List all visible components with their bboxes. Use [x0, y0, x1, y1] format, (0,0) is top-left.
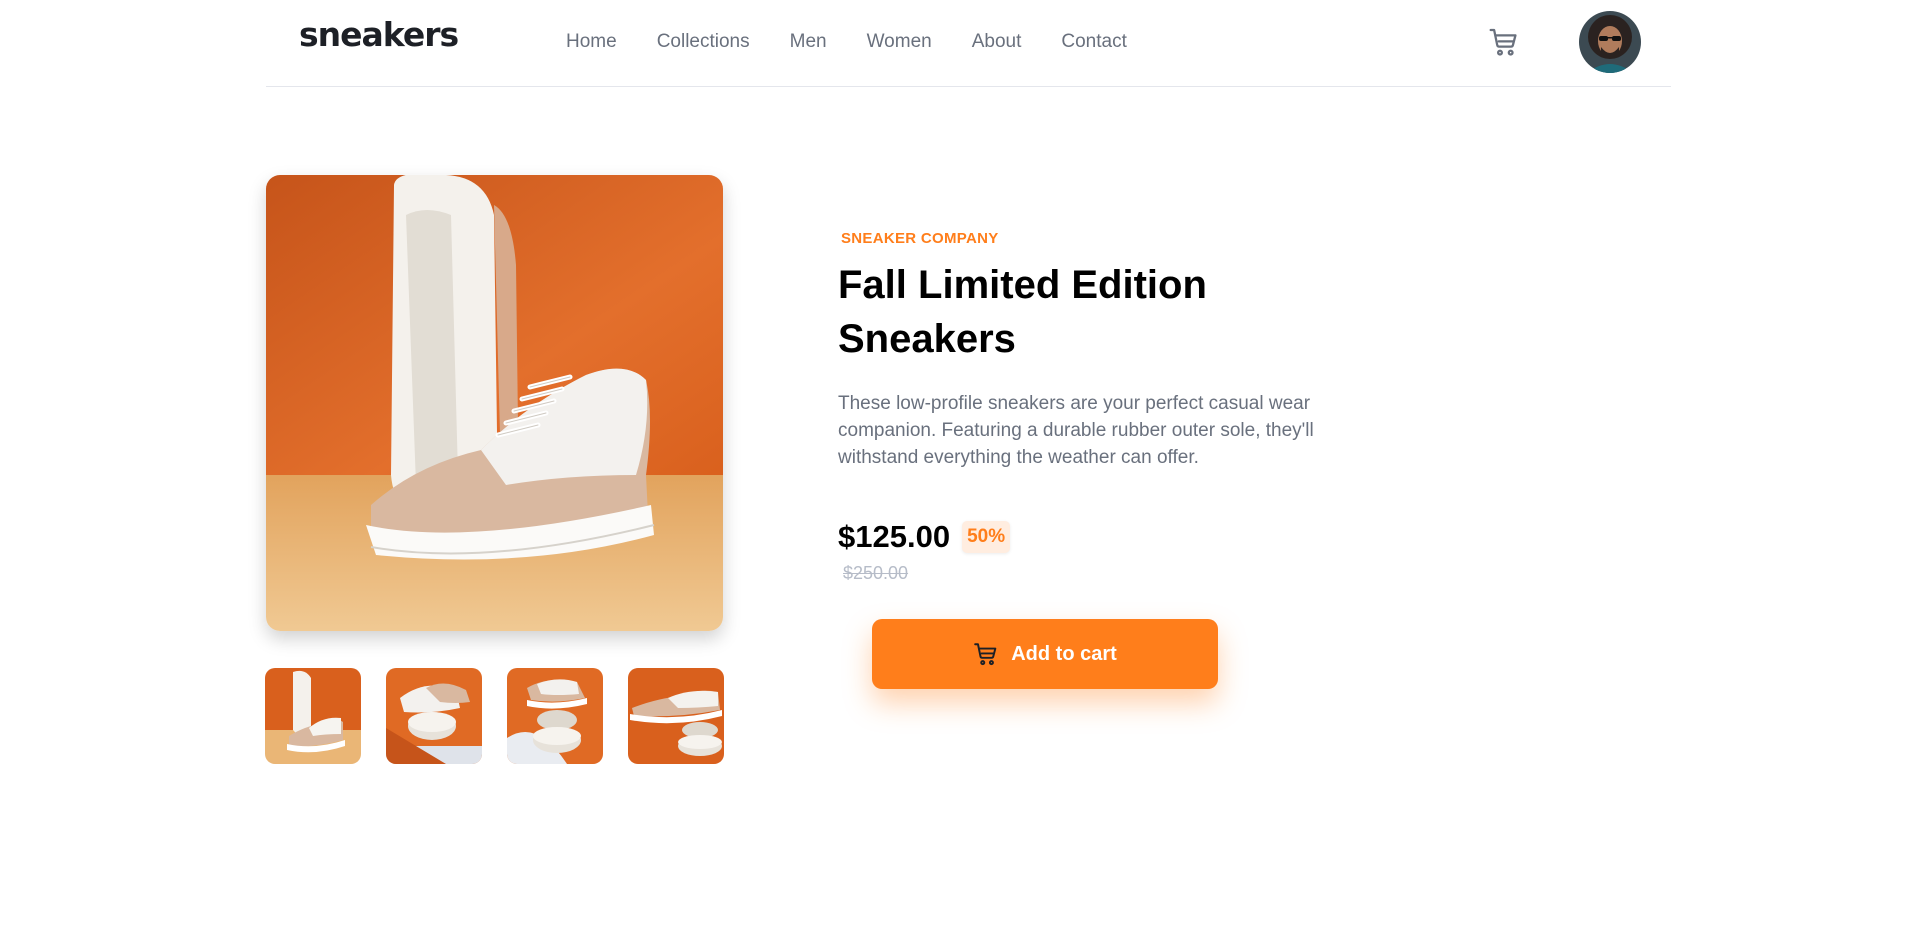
add-to-cart-button[interactable]: Add to cart	[872, 619, 1218, 689]
thumbnail-list	[265, 668, 724, 764]
cart-icon	[1489, 28, 1517, 56]
site-header: sneakers Home Collections Men Women Abou…	[266, 0, 1671, 87]
user-avatar[interactable]	[1579, 11, 1641, 73]
nav-link-home[interactable]: Home	[566, 30, 617, 54]
thumbnail-1[interactable]	[265, 668, 361, 764]
current-price: $125.00	[838, 519, 951, 554]
price-row: $125.00 50%	[838, 519, 1011, 555]
thumbnail-2[interactable]	[386, 668, 482, 764]
cart-button[interactable]	[1488, 26, 1520, 58]
product-4-thumbnail	[628, 668, 724, 764]
sneaker-photo	[266, 175, 723, 631]
original-price: $250.00	[843, 563, 909, 583]
nav-link-men[interactable]: Men	[790, 30, 827, 54]
thumbnail-4[interactable]	[628, 668, 724, 764]
thumbnail-3[interactable]	[507, 668, 603, 764]
discount-badge: 50%	[962, 521, 1011, 553]
cart-icon	[974, 643, 997, 666]
main-product-image[interactable]	[266, 175, 723, 631]
add-to-cart-label: Add to cart	[1011, 642, 1117, 665]
logo[interactable]: sneakers	[299, 18, 459, 51]
nav-link-about[interactable]: About	[972, 30, 1022, 54]
page-wrapper: sneakers Home Collections Men Women Abou…	[265, 0, 1671, 949]
nav-link-collections[interactable]: Collections	[657, 30, 750, 54]
product-description: These low-profile sneakers are your perf…	[838, 393, 1314, 468]
product-3-thumbnail	[507, 668, 603, 764]
product-1-thumbnail	[265, 668, 361, 764]
avatar-image	[1579, 11, 1641, 73]
nav-link-contact[interactable]: Contact	[1061, 30, 1126, 54]
product-2-thumbnail	[386, 668, 482, 764]
nav-link-women[interactable]: Women	[867, 30, 932, 54]
company-label: SNEAKER COMPANY	[841, 230, 999, 247]
main-nav: Home Collections Men Women About Contact	[566, 30, 1127, 54]
product-title: Fall Limited Edition Sneakers	[838, 263, 1207, 361]
